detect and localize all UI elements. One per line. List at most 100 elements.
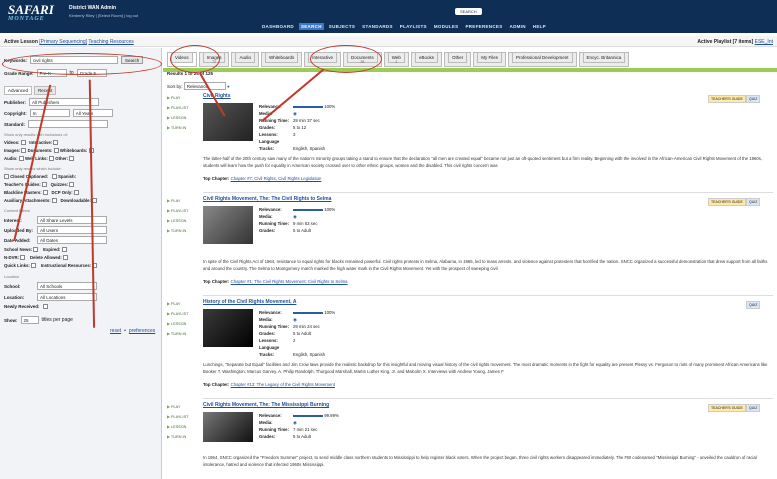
per-page-select[interactable]: 25 xyxy=(20,316,39,324)
tab-ebooks[interactable]: eBooks xyxy=(410,52,442,67)
downloadable-checkbox[interactable] xyxy=(92,198,98,204)
playlist-action[interactable]: PLAYLIST xyxy=(167,103,188,113)
quick-links-checkbox[interactable] xyxy=(31,263,36,269)
nav-admin[interactable]: ADMIN xyxy=(508,23,528,30)
quiz-badge[interactable]: QUIZ xyxy=(746,301,761,309)
dcp-only-checkbox[interactable] xyxy=(73,190,79,196)
nav-search[interactable]: SEARCH xyxy=(298,23,324,30)
uploaded-by-select[interactable]: All Users xyxy=(37,226,107,234)
play-action[interactable]: PLAY xyxy=(167,93,188,103)
result-title[interactable]: Civil Rights Movement, The: The Mississi… xyxy=(203,402,329,408)
nav-subjects[interactable]: SUBJECTS xyxy=(327,23,357,30)
nav-playlists[interactable]: PLAYLISTS xyxy=(398,23,429,30)
quiz-badge[interactable]: QUIZ xyxy=(746,95,761,103)
weblinks-checkbox[interactable] xyxy=(49,156,55,162)
play-action[interactable]: PLAY xyxy=(167,196,188,206)
other-checkbox[interactable] xyxy=(69,156,75,162)
tab-other[interactable]: Other xyxy=(443,52,472,67)
playlist-action[interactable]: PLAYLIST xyxy=(167,309,188,319)
copyright-year-select[interactable]: All Years xyxy=(72,109,113,117)
closed-captioned-checkbox[interactable] xyxy=(4,174,9,180)
teachers-guide-badge[interactable]: TEACHER'S GUIDE xyxy=(708,95,746,103)
interactive-checkbox[interactable] xyxy=(53,140,59,146)
images-checkbox[interactable] xyxy=(21,148,27,154)
turn-in-action[interactable]: TURN IN xyxy=(167,329,188,339)
tab-advanced[interactable]: Advanced xyxy=(4,86,33,95)
playlist-action[interactable]: PLAYLIST xyxy=(167,206,188,216)
turn-in-action[interactable]: TURN IN xyxy=(167,123,188,133)
active-lesson-value[interactable]: [Primary Sequencing] xyxy=(39,39,87,45)
blackline-masters-checkbox[interactable] xyxy=(42,190,48,196)
auxiliary-attachments-checkbox[interactable] xyxy=(51,198,57,204)
top-chapter-link[interactable]: Chapter #7: Civil Rights, Civil Rights L… xyxy=(231,176,322,181)
play-action[interactable]: PLAY xyxy=(167,402,188,412)
date-added-select[interactable]: All Dates xyxy=(37,236,107,244)
result-title[interactable]: Civil Rights xyxy=(203,93,231,99)
play-action[interactable]: PLAY xyxy=(167,299,188,309)
result-actions: PLAY PLAYLIST LESSON TURN IN xyxy=(167,196,189,236)
lesson-action[interactable]: LESSON xyxy=(167,113,188,123)
downloadable-label: Downloadable: xyxy=(60,198,91,203)
copyright-select[interactable]: In xyxy=(29,109,70,117)
tab-recent[interactable]: Recent xyxy=(34,86,57,95)
teachers-guide-badge[interactable]: TEACHER'S GUIDE xyxy=(708,198,746,206)
top-chapter-link[interactable]: Chapter #13: The Legacy of the Civil Rig… xyxy=(231,382,335,387)
location-select[interactable]: All Locations xyxy=(37,293,97,301)
result-title[interactable]: Civil Rights Movement, The: The Civil Ri… xyxy=(203,196,331,202)
active-playlist-link[interactable]: ESE_Int xyxy=(755,39,773,45)
nav-standards[interactable]: STANDARDS xyxy=(360,23,395,30)
school-news-checkbox[interactable] xyxy=(33,247,39,253)
newly-received-checkbox[interactable] xyxy=(42,304,48,309)
result-thumbnail[interactable] xyxy=(203,309,253,347)
sort-go-icon[interactable]: ● xyxy=(227,84,230,89)
ndvr-checkbox[interactable] xyxy=(20,255,26,261)
playlist-action[interactable]: PLAYLIST xyxy=(167,412,188,422)
tab-my-files[interactable]: My Files xyxy=(473,52,506,67)
delete-allowed-checkbox[interactable] xyxy=(63,255,69,261)
expired-checkbox[interactable] xyxy=(61,247,67,253)
result-thumbnail[interactable] xyxy=(203,103,253,141)
top-chapter-link[interactable]: Chapter #1: The Civil Rights Movement: C… xyxy=(231,279,348,284)
school-news-label: School News: xyxy=(4,247,33,252)
school-select[interactable]: All Schools xyxy=(37,282,97,290)
relevance-bar xyxy=(293,208,323,211)
documents-checkbox[interactable] xyxy=(53,148,59,154)
date-added-label: Date Added: xyxy=(4,237,31,243)
reset-link[interactable]: reset xyxy=(110,328,121,334)
tab-professional-development[interactable]: Professional Development xyxy=(507,52,577,67)
teachers-guides-checkbox[interactable] xyxy=(41,182,47,188)
publisher-select[interactable]: All Publishers xyxy=(29,98,100,106)
tab-audio[interactable]: Audio xyxy=(231,52,259,67)
audio-checkbox[interactable] xyxy=(18,156,24,162)
quiz-badge[interactable]: QUIZ xyxy=(746,404,761,412)
tab-whiteboards[interactable]: Whiteboards xyxy=(260,52,303,67)
preferences-link[interactable]: preferences xyxy=(129,328,155,334)
features-title: Show only results which include: xyxy=(4,166,62,171)
teachers-guide-badge[interactable]: TEACHER'S GUIDE xyxy=(708,404,746,412)
lesson-action[interactable]: LESSON xyxy=(167,319,188,329)
result-title[interactable]: History of the Civil Rights Movement, A xyxy=(203,299,296,305)
quizzes-checkbox[interactable] xyxy=(69,182,75,188)
nav-help[interactable]: HELP xyxy=(531,23,548,30)
spanish-checkbox[interactable] xyxy=(51,174,57,180)
lesson-action[interactable]: LESSON xyxy=(167,422,188,432)
lesson-action[interactable]: LESSON xyxy=(167,216,188,226)
result-thumbnail[interactable] xyxy=(203,412,253,442)
nav-preferences[interactable]: PREFERENCES xyxy=(463,23,504,30)
quiz-badge[interactable]: QUIZ xyxy=(746,198,761,206)
documents-label: Documents: xyxy=(27,148,53,153)
turn-in-action[interactable]: TURN IN xyxy=(167,432,188,442)
header-search-button[interactable]: SEARCH xyxy=(455,8,482,15)
nav-dashboard[interactable]: DASHBOARD xyxy=(260,23,296,30)
safari-montage-logo[interactable]: SAFARI MONTAGE xyxy=(8,3,54,23)
tab-web[interactable]: Web 2 xyxy=(383,52,409,67)
nav-modules[interactable]: MODULES xyxy=(432,23,461,30)
result-meta: Relevance: 100% Media: ◉ Running Time: 29 … xyxy=(259,103,335,152)
interest-select[interactable]: All Share Levels xyxy=(37,216,107,224)
videos-checkbox[interactable] xyxy=(20,140,26,146)
tab-encyc-britannica[interactable]: Encyc. Britannica xyxy=(578,52,630,67)
result-thumbnail[interactable] xyxy=(203,206,253,244)
turn-in-action[interactable]: TURN IN xyxy=(167,226,188,236)
user-line[interactable]: Kimberly Riley | [Select Room] | log out xyxy=(69,13,138,18)
teaching-resources-link[interactable]: Teaching Resources xyxy=(88,39,133,45)
